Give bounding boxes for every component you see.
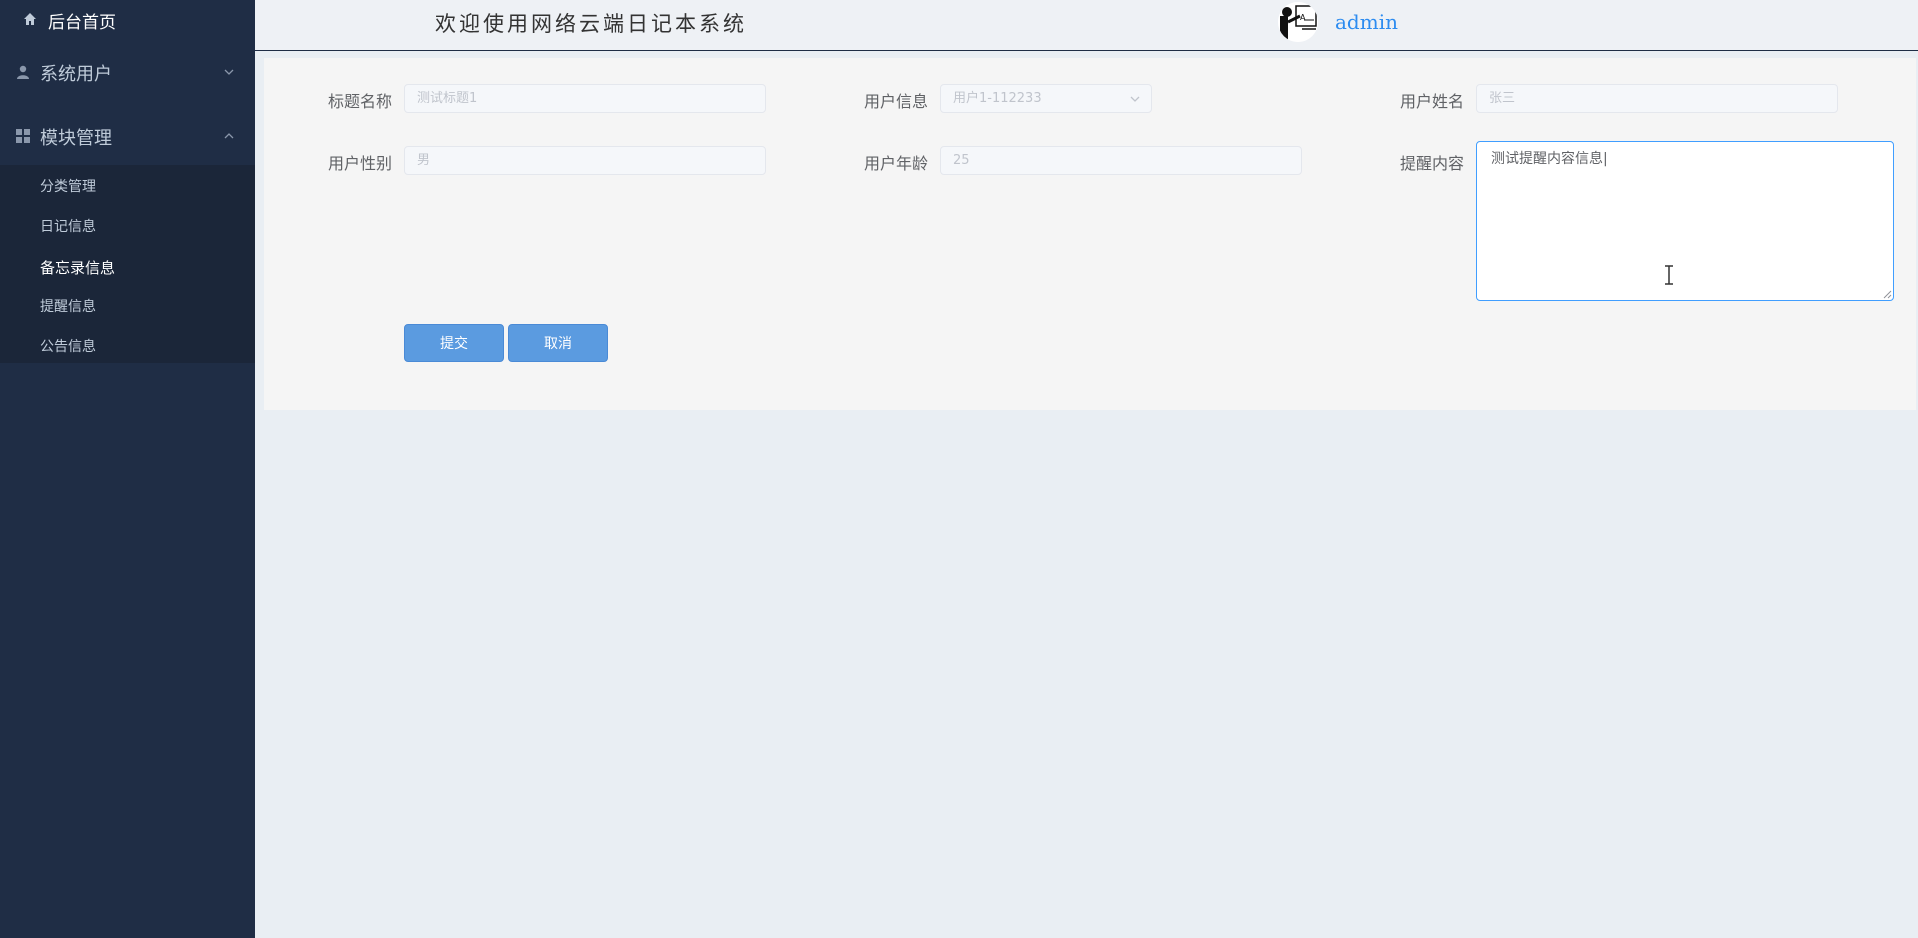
top-header: 欢迎使用网络云端日记本系统 A admin — [255, 0, 1918, 51]
sidebar-item-reminder[interactable]: 提醒信息 — [0, 285, 255, 325]
welcome-title: 欢迎使用网络云端日记本系统 — [435, 12, 747, 36]
sidebar-item-label: 提醒信息 — [40, 299, 96, 315]
cancel-button[interactable]: 取消 — [508, 324, 608, 362]
text-cursor-icon — [1665, 265, 1673, 285]
sidebar-item-memo[interactable]: 备忘录信息 — [0, 246, 255, 286]
avatar[interactable]: A — [1278, 2, 1318, 42]
gender-input[interactable]: 男 — [404, 146, 766, 175]
age-input[interactable]: 25 — [940, 146, 1302, 175]
chevron-up-icon — [224, 133, 234, 139]
submit-button[interactable]: 提交 — [404, 324, 504, 362]
sidebar-submenu: 分类管理 日记信息 备忘录信息 提醒信息 公告信息 — [0, 165, 255, 363]
sidebar-home-label: 后台首页 — [48, 13, 116, 33]
chevron-down-icon — [224, 69, 234, 75]
avatar-illustration-icon: A — [1278, 2, 1318, 42]
label-age: 用户年龄 — [864, 154, 929, 173]
home-icon — [24, 13, 36, 25]
sidebar-item-category[interactable]: 分类管理 — [0, 165, 255, 205]
user-info-select-value: 用户1-112233 — [953, 91, 1042, 106]
sidebar-item-label: 公告信息 — [40, 339, 96, 355]
user-name-input[interactable]: 张三 — [1476, 84, 1838, 113]
label-gender: 用户性别 — [328, 154, 393, 173]
svg-text:A: A — [1300, 13, 1306, 22]
form-panel: 标题名称 测试标题1 用户信息 用户1-112233 用户姓名 张三 用户性别 … — [264, 58, 1916, 410]
chevron-down-icon — [1130, 96, 1140, 102]
sidebar-item-label: 分类管理 — [40, 179, 96, 195]
resize-handle-icon[interactable] — [1882, 289, 1892, 299]
sidebar-group-system-users[interactable]: 系统用户 — [0, 46, 255, 98]
sidebar-item-notice[interactable]: 公告信息 — [0, 325, 255, 365]
reminder-content-textarea[interactable]: 测试提醒内容信息| — [1476, 141, 1894, 301]
user-info-select[interactable]: 用户1-112233 — [940, 84, 1152, 113]
label-reminder-content: 提醒内容 — [1400, 154, 1465, 173]
sidebar-group-label: 系统用户 — [40, 64, 112, 85]
label-title: 标题名称 — [328, 92, 393, 111]
sidebar-item-diary[interactable]: 日记信息 — [0, 205, 255, 245]
sidebar-item-home[interactable]: 后台首页 — [0, 0, 255, 38]
label-user-name: 用户姓名 — [1400, 92, 1465, 111]
username[interactable]: admin — [1335, 10, 1398, 34]
sidebar: 后台首页 系统用户 模块管理 分类管理 日记信息 备忘录信息 提醒信息 公告信息 — [0, 0, 255, 938]
sidebar-item-label: 备忘录信息 — [40, 259, 116, 277]
sidebar-group-label: 模块管理 — [40, 128, 112, 149]
label-user-info: 用户信息 — [864, 92, 929, 111]
sidebar-item-label: 日记信息 — [40, 219, 96, 235]
sidebar-group-module-management[interactable]: 模块管理 — [0, 110, 255, 162]
user-icon — [17, 65, 29, 79]
reminder-content-text: 测试提醒内容信息| — [1491, 151, 1608, 167]
grid-icon — [16, 129, 30, 143]
title-input[interactable]: 测试标题1 — [404, 84, 766, 113]
